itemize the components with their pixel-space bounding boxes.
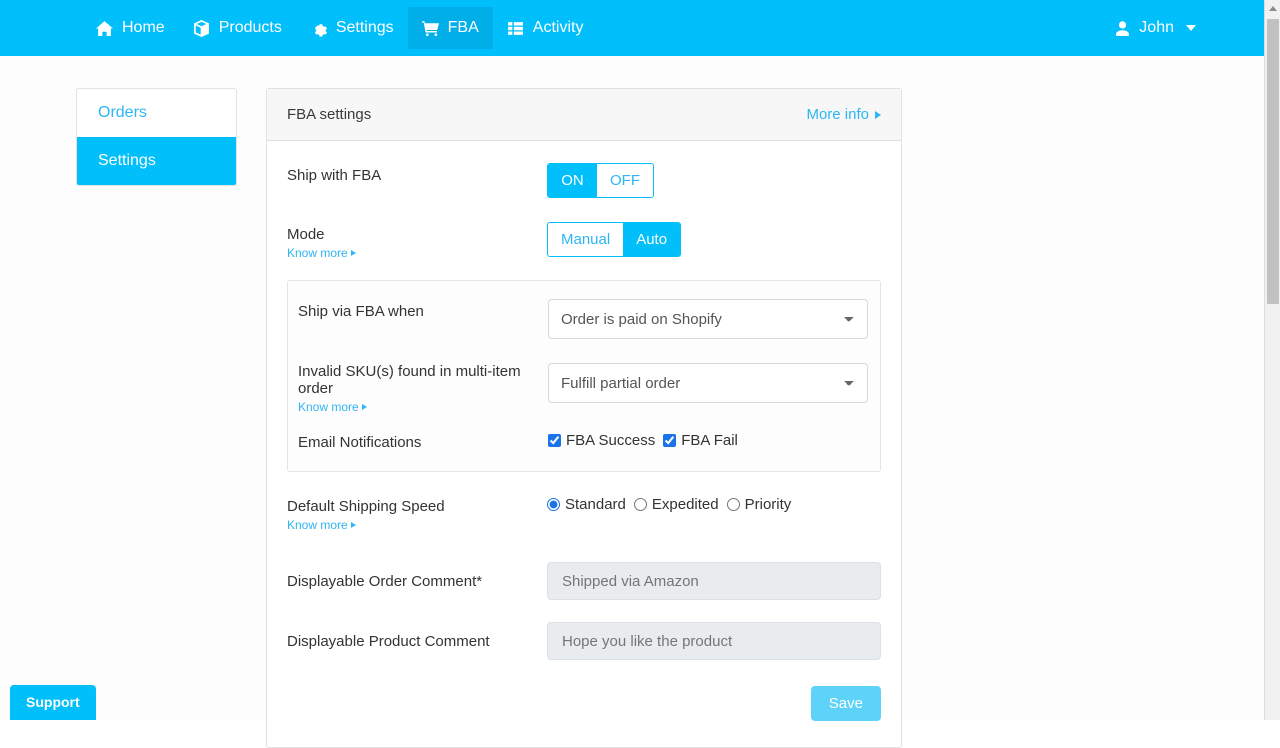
nav-item-label: Activity [533,20,584,36]
sidebar: Orders Settings [76,88,237,186]
ship-when-label: Ship via FBA when [298,299,548,320]
checkbox-fba-fail[interactable]: FBA Fail [663,432,738,449]
sidebar-item-label: Settings [98,152,156,170]
row-email-notifications: Email Notifications FBA Success FBA Fail [298,430,868,451]
toggle-option-auto[interactable]: Auto [623,223,680,256]
product-comment-label: Displayable Product Comment [287,633,547,650]
radio-input[interactable] [547,498,560,511]
product-comment-input[interactable] [547,622,881,660]
radio-standard[interactable]: Standard [547,496,626,513]
top-navbar: Home Products Settings FBA Activity [0,0,1264,56]
nav-items: Home Products Settings FBA Activity [82,7,597,49]
shipping-speed-know-more-link[interactable]: Know more [287,518,547,532]
home-icon [96,20,113,37]
sidebar-item-orders[interactable]: Orders [77,89,236,137]
user-icon [1114,20,1131,37]
radio-input[interactable] [727,498,740,511]
row-mode: Mode Know more Manual Auto [287,222,881,260]
fba-settings-card: FBA settings More info Ship with FBA ON … [266,88,902,748]
checkbox-label: FBA Fail [681,432,738,449]
shipping-speed-options: Standard Expedited Priority [547,494,791,513]
gear-icon [310,20,327,37]
checkbox-input[interactable] [548,434,561,447]
cart-icon [422,20,439,37]
user-name: John [1139,19,1174,37]
ship-with-fba-toggle[interactable]: ON OFF [547,163,654,198]
radio-label: Priority [745,496,792,513]
fba-conditions-panel: Ship via FBA when Order is paid on Shopi… [287,280,881,472]
invalid-sku-select[interactable]: Fulfill partial order [548,363,868,403]
box-icon [193,20,210,37]
triangle-right-icon [351,250,356,256]
checkbox-fba-success[interactable]: FBA Success [548,432,655,449]
toggle-option-off[interactable]: OFF [597,164,653,197]
card-header: FBA settings More info [267,89,901,141]
ship-when-select[interactable]: Order is paid on Shopify [548,299,868,339]
radio-priority[interactable]: Priority [727,496,792,513]
checkbox-label: FBA Success [566,432,655,449]
vertical-scrollbar[interactable] [1264,0,1280,720]
radio-expedited[interactable]: Expedited [634,496,719,513]
sidebar-item-label: Orders [98,104,147,122]
order-comment-input[interactable] [547,562,881,600]
more-info-link[interactable]: More info [806,106,881,123]
triangle-right-icon [875,111,881,119]
chevron-down-icon [1186,25,1196,31]
triangle-right-icon [362,404,367,410]
ship-with-fba-label: Ship with FBA [287,163,547,184]
nav-item-activity[interactable]: Activity [493,7,598,49]
shipping-speed-label: Default Shipping Speed Know more [287,494,547,532]
triangle-up-icon [1269,6,1277,11]
row-product-comment: Displayable Product Comment [287,622,881,660]
nav-item-label: FBA [448,20,479,36]
email-notification-options: FBA Success FBA Fail [548,430,738,449]
save-row: Save [287,686,881,721]
radio-label: Expedited [652,496,719,513]
support-tab[interactable]: Support [10,685,96,720]
toggle-option-manual[interactable]: Manual [548,223,623,256]
order-comment-label: Displayable Order Comment* [287,573,547,590]
toggle-option-on[interactable]: ON [548,164,597,197]
page-body: Orders Settings FBA settings More info S… [0,56,1264,720]
row-shipping-speed: Default Shipping Speed Know more Standar… [287,494,881,532]
nav-item-label: Home [122,20,165,36]
row-ship-with-fba: Ship with FBA ON OFF [287,163,881,198]
list-icon [507,20,524,37]
scrollbar-thumb[interactable] [1267,19,1279,304]
page-title: FBA settings [287,106,371,123]
scroll-up-button[interactable] [1265,0,1280,17]
email-notifications-label: Email Notifications [298,430,548,451]
checkbox-input[interactable] [663,434,676,447]
nav-item-label: Settings [336,20,394,36]
nav-item-fba[interactable]: FBA [408,7,493,49]
mode-toggle[interactable]: Manual Auto [547,222,681,257]
mode-know-more-link[interactable]: Know more [287,246,547,260]
more-info-label: More info [806,106,869,123]
row-order-comment: Displayable Order Comment* [287,562,881,600]
row-ship-when: Ship via FBA when Order is paid on Shopi… [298,299,868,339]
invalid-sku-know-more-link[interactable]: Know more [298,400,548,414]
nav-item-settings[interactable]: Settings [296,7,408,49]
user-menu[interactable]: John [1114,19,1196,37]
card-body: Ship with FBA ON OFF Mode Know more Manu… [267,141,901,747]
nav-item-home[interactable]: Home [82,7,179,49]
triangle-right-icon [351,522,356,528]
save-button[interactable]: Save [811,686,881,721]
nav-item-label: Products [219,20,282,36]
sidebar-item-settings[interactable]: Settings [77,137,236,185]
radio-label: Standard [565,496,626,513]
nav-item-products[interactable]: Products [179,7,296,49]
row-invalid-sku: Invalid SKU(s) found in multi-item order… [298,359,868,414]
invalid-sku-label: Invalid SKU(s) found in multi-item order… [298,359,548,414]
mode-label: Mode Know more [287,222,547,260]
radio-input[interactable] [634,498,647,511]
